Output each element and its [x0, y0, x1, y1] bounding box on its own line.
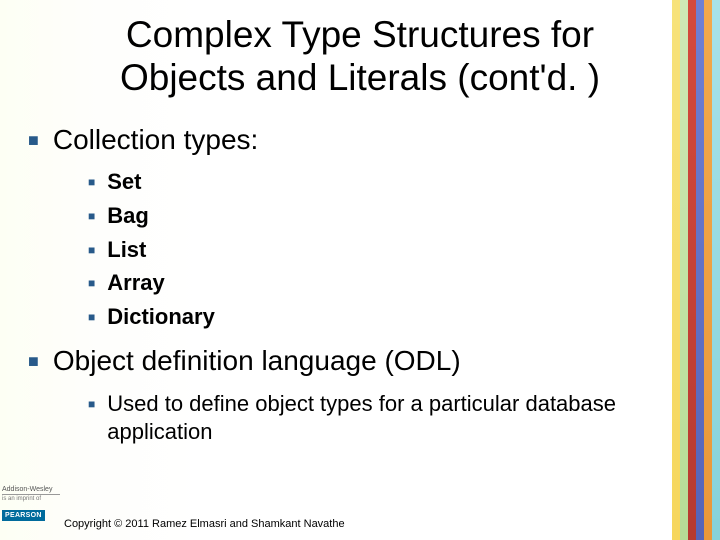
square-bullet-icon: ■: [88, 310, 95, 326]
slide-content: Complex Type Structures for Objects and …: [0, 0, 720, 540]
square-bullet-icon: ■: [88, 397, 95, 413]
item-text: Dictionary: [107, 303, 215, 332]
square-bullet-icon: ■: [88, 175, 95, 191]
item-text: Used to define object types for a partic…: [107, 390, 668, 447]
square-bullet-icon: ■: [88, 209, 95, 225]
heading-text: Collection types:: [53, 122, 258, 158]
bullet-odl: ■ Object definition language (ODL): [28, 343, 668, 379]
list-item: ■ Set: [88, 168, 668, 197]
odl-list: ■ Used to define object types for a part…: [88, 390, 668, 447]
publisher-tagline: is an imprint of: [2, 496, 60, 502]
square-bullet-icon: ■: [88, 243, 95, 259]
item-text: Set: [107, 168, 141, 197]
square-bullet-icon: ■: [28, 350, 39, 373]
list-item: ■ Dictionary: [88, 303, 668, 332]
item-text: Array: [107, 269, 164, 298]
collection-types-list: ■ Set ■ Bag ■ List ■ Array ■ Dictionary: [88, 168, 668, 331]
pearson-badge: PEARSON: [2, 510, 45, 521]
square-bullet-icon: ■: [88, 276, 95, 292]
list-item: ■ Array: [88, 269, 668, 298]
item-text: List: [107, 236, 146, 265]
bullet-collection-types: ■ Collection types:: [28, 122, 668, 158]
slide-body: ■ Collection types: ■ Set ■ Bag ■ List ■…: [28, 122, 668, 459]
list-item: ■ Bag: [88, 202, 668, 231]
copyright-text: Copyright © 2011 Ramez Elmasri and Shamk…: [64, 518, 345, 530]
item-text: Bag: [107, 202, 149, 231]
slide-title: Complex Type Structures for Objects and …: [60, 14, 660, 99]
heading-text: Object definition language (ODL): [53, 343, 461, 379]
publisher-logo: Addison-Wesley is an imprint of PEARSON: [2, 486, 60, 522]
list-item: ■ List: [88, 236, 668, 265]
square-bullet-icon: ■: [28, 129, 39, 152]
publisher-name: Addison-Wesley: [2, 486, 60, 495]
list-item: ■ Used to define object types for a part…: [88, 390, 668, 447]
